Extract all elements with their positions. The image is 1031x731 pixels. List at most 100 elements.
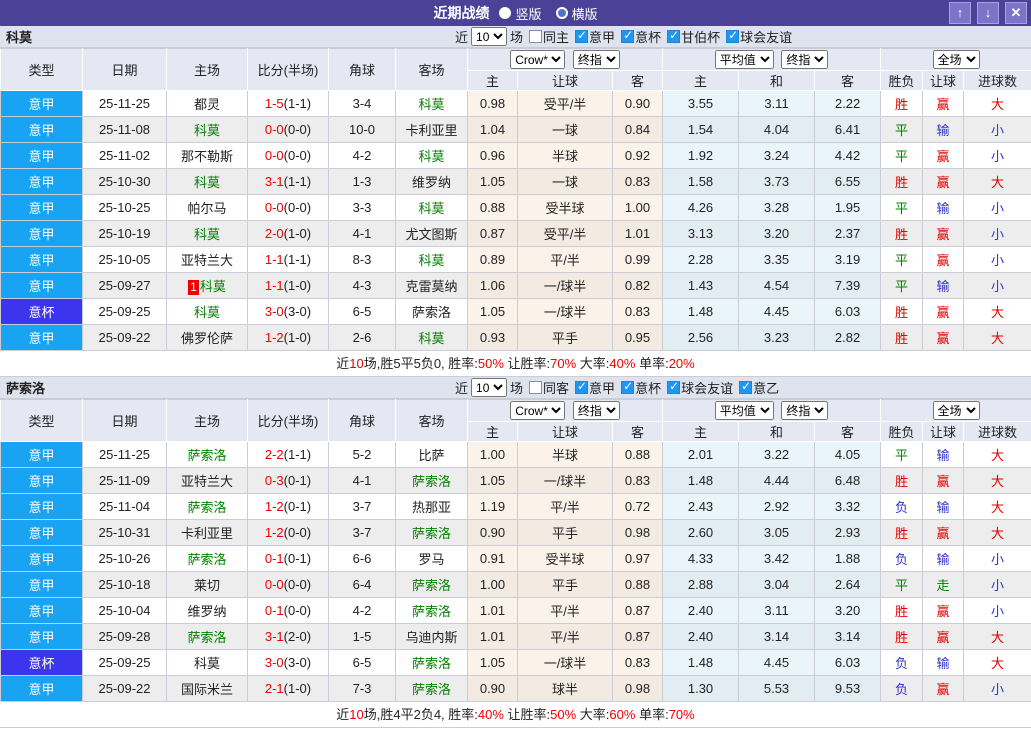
result-handicap-cell: 赢 [922,597,965,624]
date-cell: 25-11-25 [82,441,167,468]
league-cell: 意甲 [0,272,83,299]
recent-games-select[interactable]: 10 [471,27,508,46]
result-handicap-cell: 赢 [922,519,965,546]
ah-home-odds-cell: 1.05 [467,649,518,676]
results-table-como: 类型 日期 主场 比分(半场) 角球 客场 Crow* 终指 平均值 终指 全场… [0,48,1031,351]
away-team-cell: 克雷莫纳 [395,272,468,299]
odds-final-select[interactable]: 终指 [572,401,620,420]
result-handicap-cell: 赢 [922,142,965,169]
result-goals-cell: 小 [963,116,1031,143]
corners-cell: 2-6 [328,324,396,351]
move-up-button[interactable]: ↑ [949,2,971,24]
result-goals-cell: 小 [963,571,1031,598]
result-goals-cell: 小 [963,142,1031,169]
same-venue-checkbox[interactable] [529,381,543,394]
close-button[interactable]: ✕ [1005,2,1027,24]
ah-home-odds-cell: 0.96 [467,142,518,169]
league-label-friendly: 球会友谊 [740,30,793,45]
score-cell: 3-1(1-1) [247,168,329,195]
eu-draw-odds-cell: 3.05 [738,519,816,546]
scope-select[interactable]: 全场 [932,50,980,69]
corners-cell: 1-3 [328,168,396,195]
col-header-corner: 角球 [328,48,396,91]
home-team-cell: 维罗纳 [166,597,248,624]
result-wdl-cell: 胜 [880,220,924,247]
window-title: 近期战绩 [433,5,490,21]
result-goals-cell: 大 [963,324,1031,351]
eu-home-odds-cell: 3.13 [662,220,740,247]
league-checkbox-gamper[interactable] [667,28,681,43]
result-handicap-cell: 走 [922,571,965,598]
score-cell: 3-0(3-0) [247,649,329,676]
result-handicap-cell: 输 [922,272,965,299]
result-wdl-cell: 平 [880,246,924,273]
league-checkbox-seriea[interactable] [575,28,589,43]
league-checkbox-seriea[interactable] [575,379,589,394]
handicap-cell: 一球 [517,168,613,195]
handicap-cell: 一/球半 [517,467,613,494]
filter-bar-como: 科莫 近 10 场 同主 意甲 意杯 甘伯杯 球会友谊 [0,26,1031,48]
corners-cell: 3-4 [328,90,396,117]
result-goals-cell: 小 [963,246,1031,273]
layout-radio-horizontal[interactable]: 横版 [555,4,598,23]
result-wdl-cell: 胜 [880,519,924,546]
league-checkbox-serieb[interactable] [739,379,753,394]
summary-segment: 60% [609,707,636,722]
ah-home-odds-cell: 0.89 [467,246,518,273]
games-suffix-label: 场 [510,30,524,45]
eu-draw-odds-cell: 3.11 [738,90,816,117]
league-label-gamper: 甘伯杯 [681,30,721,45]
corners-cell: 6-6 [328,545,396,572]
score-cell: 1-5(1-1) [247,90,329,117]
corners-cell: 7-3 [328,675,396,702]
same-venue-checkbox[interactable] [529,30,543,43]
layout-radio-vertical[interactable]: 竖版 [499,4,542,23]
result-handicap-cell: 赢 [922,623,965,650]
home-team-cell: 萨索洛 [166,545,248,572]
eu-draw-odds-cell: 3.20 [738,220,816,247]
avg-final-select[interactable]: 终指 [781,50,829,69]
summary-segment: 40% [609,356,636,371]
match-row: 意杯 25-09-25 科莫 3-0(3-0) 6-5 萨索洛 1.05 一/球半 0.83 1.… [0,298,1031,325]
eu-away-odds-cell: 6.48 [814,467,882,494]
eu-draw-odds-cell: 2.92 [738,493,816,520]
odds-source-select[interactable]: Crow* [510,401,566,420]
league-checkbox-coppa[interactable] [621,379,635,394]
eu-draw-odds-cell: 3.23 [738,324,816,351]
move-down-button[interactable]: ↓ [977,2,999,24]
summary-line-sassuolo: 近10场,胜4平2负4, 胜率:40% 让胜率:50% 大率:60% 单率:70… [0,702,1031,728]
result-wdl-cell: 平 [880,142,924,169]
eu-draw-odds-cell: 4.45 [738,649,816,676]
league-checkbox-friendly[interactable] [726,28,740,43]
score-cell: 0-0(0-0) [247,194,329,221]
result-wdl-cell: 平 [880,571,924,598]
odds-source-select[interactable]: Crow* [510,50,566,69]
ah-home-odds-cell: 1.05 [467,168,518,195]
avg-source-select[interactable]: 平均值 [714,401,774,420]
handicap-cell: 平/半 [517,623,613,650]
handicap-cell: 一/球半 [517,298,613,325]
avg-final-select[interactable]: 终指 [781,401,829,420]
window-buttons: ↑ ↓ ✕ [949,2,1027,24]
score-cell: 1-2(1-0) [247,324,329,351]
league-label-seriea: 意甲 [589,381,616,396]
score-cell: 0-1(0-1) [247,545,329,572]
ah-away-odds-cell: 0.92 [611,142,664,169]
match-row: 意甲 25-11-08 科莫 0-0(0-0) 10-0 卡利亚里 1.04 一球 0.84 1.… [0,116,1031,143]
league-checkbox-friendly[interactable] [667,379,681,394]
odds-final-select[interactable]: 终指 [572,50,620,69]
eu-home-odds-cell: 1.58 [662,168,740,195]
match-row: 意甲 25-09-22 国际米兰 2-1(1-0) 7-3 萨索洛 0.90 球半 0.98 1.… [0,675,1031,702]
league-checkbox-coppa[interactable] [621,28,635,43]
score-cell: 0-0(0-0) [247,116,329,143]
scope-select[interactable]: 全场 [932,401,980,420]
eu-away-odds-cell: 2.93 [814,519,882,546]
avg-source-select[interactable]: 平均值 [714,50,774,69]
eu-home-odds-cell: 2.60 [662,519,740,546]
score-cell: 3-0(3-0) [247,298,329,325]
home-team-cell: 卡利亚里 [166,519,248,546]
date-cell: 25-09-28 [82,623,167,650]
result-wdl-cell: 负 [880,545,924,572]
home-team-cell: 亚特兰大 [166,246,248,273]
recent-games-select[interactable]: 10 [471,378,508,397]
